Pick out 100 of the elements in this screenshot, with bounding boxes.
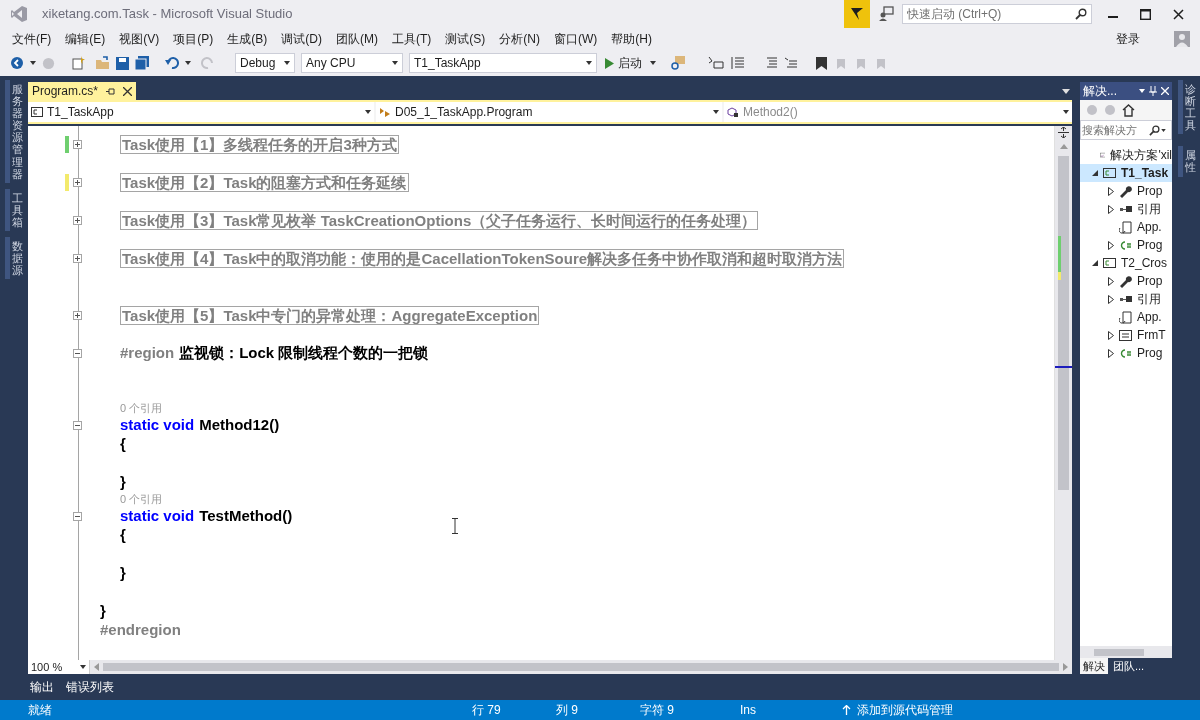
panel-tab[interactable]: 输出 bbox=[30, 678, 54, 696]
menu-item[interactable]: 工具(T) bbox=[385, 30, 439, 48]
indent-icon[interactable] bbox=[708, 56, 724, 70]
menu-item[interactable]: 窗口(W) bbox=[547, 30, 605, 48]
tool-window-tab[interactable]: 属性 bbox=[1178, 146, 1196, 177]
tree-item[interactable]: 引用 bbox=[1080, 200, 1172, 218]
caret-icon[interactable] bbox=[1139, 89, 1145, 93]
tree-item[interactable]: FrmT bbox=[1080, 326, 1172, 344]
tree-item[interactable]: Prog bbox=[1080, 236, 1172, 254]
menu-item[interactable]: 编辑(E) bbox=[58, 30, 113, 48]
expand-icon[interactable] bbox=[73, 216, 82, 225]
comment-icon[interactable] bbox=[764, 57, 778, 69]
expand-icon[interactable] bbox=[73, 311, 82, 320]
expand-icon[interactable] bbox=[73, 140, 82, 149]
tree-item[interactable]: Prop bbox=[1080, 272, 1172, 290]
menu-item[interactable]: 帮助(H) bbox=[604, 30, 659, 48]
panel-tab[interactable]: 解决 bbox=[1080, 658, 1108, 674]
collapsed-region[interactable]: Task使用【1】多线程任务的开启3种方式 bbox=[120, 135, 399, 154]
tool-window-tab[interactable]: 服务器资源管理器 bbox=[5, 80, 23, 183]
project-dropdown[interactable]: T1_TaskApp bbox=[28, 102, 374, 122]
split-icon[interactable] bbox=[1058, 127, 1069, 138]
bookmark-icon[interactable] bbox=[816, 56, 827, 70]
menu-item[interactable]: 测试(S) bbox=[438, 30, 493, 48]
save-icon[interactable] bbox=[116, 56, 129, 70]
maximize-icon[interactable] bbox=[1140, 8, 1151, 20]
zoom-dropdown[interactable]: 100 % bbox=[28, 660, 90, 674]
pin-icon[interactable] bbox=[106, 86, 116, 96]
tree-item[interactable]: Prop bbox=[1080, 182, 1172, 200]
caret-icon[interactable] bbox=[650, 61, 656, 65]
home-icon[interactable] bbox=[1122, 103, 1135, 117]
sign-in-link[interactable]: 登录 bbox=[1116, 30, 1140, 48]
scrollbar-thumb[interactable] bbox=[1094, 648, 1144, 656]
collapsed-region[interactable]: Task使用【2】Task的阻塞方式和任务延续 bbox=[120, 173, 409, 192]
panel-tab[interactable]: 错误列表 bbox=[66, 678, 114, 696]
type-dropdown[interactable]: D05_1_TaskApp.Program bbox=[376, 102, 722, 122]
quick-launch-field[interactable]: 快速启动 (Ctrl+Q) bbox=[902, 4, 1092, 24]
undo-icon[interactable] bbox=[165, 56, 179, 70]
back-icon[interactable] bbox=[10, 56, 24, 70]
open-folder-icon[interactable] bbox=[95, 56, 110, 70]
menu-item[interactable]: 团队(M) bbox=[329, 30, 385, 48]
startup-project-dropdown[interactable]: T1_TaskApp bbox=[409, 53, 597, 73]
member-dropdown[interactable]: Method2() bbox=[724, 102, 1072, 122]
tree-item[interactable]: 引用 bbox=[1080, 290, 1172, 308]
save-all-icon[interactable] bbox=[135, 56, 149, 70]
source-control-button[interactable]: 添加到源代码管理 bbox=[857, 701, 953, 719]
menu-item[interactable]: 调试(D) bbox=[274, 30, 329, 48]
collapsed-arrow-icon[interactable] bbox=[1108, 294, 1114, 304]
collapsed-arrow-icon[interactable] bbox=[1108, 186, 1114, 196]
expanded-arrow-icon[interactable] bbox=[1092, 170, 1098, 176]
person-chat-icon[interactable] bbox=[878, 6, 894, 22]
menu-item[interactable]: 视图(V) bbox=[112, 30, 167, 48]
horizontal-scrollbar[interactable] bbox=[1080, 646, 1172, 658]
tool-window-tab[interactable]: 工具箱 bbox=[5, 188, 23, 232]
close-icon[interactable] bbox=[1173, 8, 1184, 20]
caret-icon[interactable] bbox=[30, 61, 36, 65]
collapsed-arrow-icon[interactable] bbox=[1108, 348, 1114, 358]
scrollbar-thumb[interactable] bbox=[103, 663, 1059, 671]
expand-icon[interactable] bbox=[73, 178, 82, 187]
collapsed-arrow-icon[interactable] bbox=[1108, 276, 1114, 286]
tree-item[interactable]: Prog bbox=[1080, 344, 1172, 362]
tool-window-tab[interactable]: 数据源 bbox=[5, 237, 23, 280]
uncomment-icon[interactable] bbox=[784, 57, 798, 69]
tree-item[interactable]: App. bbox=[1080, 218, 1172, 236]
collapsed-arrow-icon[interactable] bbox=[1108, 240, 1114, 250]
collapsed-region[interactable]: Task使用【3】Task常见枚举 TaskCreationOptions（父子任务运行、长时间运行的任务处理） bbox=[120, 211, 759, 230]
expanded-arrow-icon[interactable] bbox=[1092, 260, 1098, 266]
menu-item[interactable]: 分析(N) bbox=[492, 30, 547, 48]
up-arrow-icon[interactable] bbox=[842, 705, 851, 715]
document-tab[interactable]: Program.cs* bbox=[28, 82, 137, 100]
expand-icon[interactable] bbox=[73, 254, 82, 263]
panel-tab[interactable]: 团队... bbox=[1110, 658, 1148, 674]
new-project-icon[interactable] bbox=[71, 56, 85, 70]
collapsed-arrow-icon[interactable] bbox=[1108, 330, 1114, 340]
feedback-button[interactable] bbox=[844, 0, 870, 28]
tree-item[interactable]: App. bbox=[1080, 308, 1172, 326]
collapsed-arrow-icon[interactable] bbox=[1108, 204, 1114, 214]
tree-item[interactable]: T1_Task bbox=[1080, 164, 1172, 182]
caret-icon[interactable] bbox=[1062, 89, 1070, 94]
start-button[interactable]: 启动 bbox=[603, 54, 644, 72]
menu-item[interactable]: 生成(B) bbox=[220, 30, 275, 48]
collapse-icon[interactable] bbox=[73, 421, 82, 430]
collapsed-region[interactable]: Task使用【5】Task中专门的异常处理：AggregateException bbox=[120, 306, 540, 325]
tree-item[interactable]: 解决方案'xil bbox=[1080, 146, 1172, 164]
caret-icon[interactable] bbox=[185, 61, 191, 65]
collapse-icon[interactable] bbox=[73, 349, 82, 358]
collapse-icon[interactable] bbox=[73, 512, 82, 521]
scrollbar-thumb[interactable] bbox=[1058, 156, 1069, 490]
configuration-dropdown[interactable]: Debug bbox=[235, 53, 295, 73]
platform-dropdown[interactable]: Any CPU bbox=[301, 53, 403, 73]
tool-window-tab[interactable]: 诊断工具 bbox=[1178, 80, 1196, 135]
find-icon[interactable] bbox=[670, 55, 686, 71]
menu-item[interactable]: 文件(F) bbox=[5, 30, 59, 48]
vertical-scrollbar[interactable] bbox=[1054, 126, 1072, 660]
menu-item[interactable]: 项目(P) bbox=[166, 30, 221, 48]
close-icon[interactable] bbox=[123, 86, 133, 96]
search-field[interactable]: 搜索解决方 bbox=[1080, 120, 1172, 140]
tree-item[interactable]: T2_Cros bbox=[1080, 254, 1172, 272]
pin-icon[interactable] bbox=[1149, 86, 1157, 96]
collapsed-region[interactable]: Task使用【4】Task中的取消功能：使用的是CacellationTokenSoure解决多任务中协作取消和超时取消方法 bbox=[120, 249, 845, 268]
list-icon[interactable] bbox=[730, 56, 746, 70]
